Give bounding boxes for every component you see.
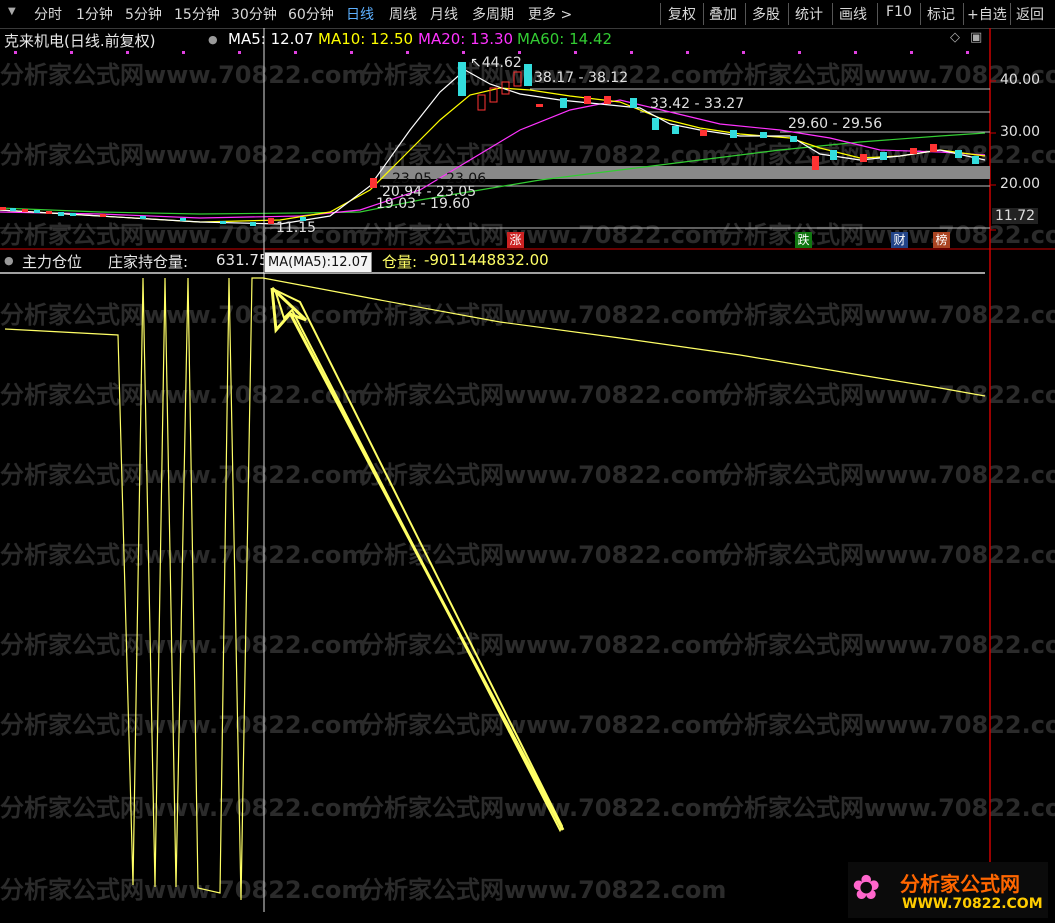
annotation-level-2: 33.42 - 33.27 — [650, 96, 745, 112]
flower-logo-icon: ✿ — [852, 868, 881, 908]
ma10-label: MA10: 12.50 — [318, 30, 414, 48]
indicator-menu-icon[interactable]: ● — [208, 33, 218, 46]
stock-name[interactable]: 克来机电(日线.前复权) — [4, 30, 155, 51]
price-tick: 20.00 — [1000, 176, 1041, 192]
diamond-icon[interactable]: ◇ — [950, 30, 960, 45]
price-tick: 30.00 — [1000, 124, 1041, 140]
indicator-value-2: -9011448832.00 — [424, 251, 549, 269]
logo-title: 分析家公式网 — [900, 872, 1020, 896]
indicator-title-bar: ● 主力仓位 庄家持仓量: 631.75 仓量: -9011448832.00 — [0, 250, 990, 272]
event-marker-finance[interactable]: 财 — [891, 232, 908, 248]
annotation-level-1: 38.17 - 38.12 — [534, 70, 629, 86]
event-marker-fall[interactable]: 跌 — [795, 232, 812, 248]
annotation-high-value: 44.62 — [481, 55, 522, 71]
chart-title-bar: 克来机电(日线.前复权) ● MA5: 12.07 MA10: 12.50 MA… — [0, 29, 990, 51]
indicator-label: 庄家持仓量: — [108, 253, 189, 271]
indicator-value: 631.75 — [216, 251, 269, 269]
indicator-menu-icon[interactable]: ● — [4, 254, 14, 267]
price-tick: 40.00 — [1000, 72, 1041, 88]
site-logo: ✿ 分析家公式网 WWW.70822.COM — [848, 862, 1048, 918]
current-price-tick: 11.72 — [992, 208, 1039, 224]
ma20-label: MA20: 13.30 — [418, 30, 514, 48]
annotation-level-3: 29.60 - 29.56 — [788, 116, 883, 132]
kline-chart[interactable] — [0, 0, 1055, 923]
event-marker-rise[interactable]: 涨 — [507, 232, 524, 248]
annotation-level-6: 19.03 - 19.60 — [376, 196, 471, 212]
event-marker-list[interactable]: 榜 — [933, 232, 950, 248]
indicator-name[interactable]: 主力仓位 — [22, 251, 82, 272]
logo-url: WWW.70822.COM — [902, 896, 1043, 912]
crosshair-tooltip: MA(MA5):12.07 — [264, 252, 373, 273]
annotation-high: ↖44.62 — [470, 55, 522, 71]
ma5-label: MA5: 12.07 — [228, 30, 314, 48]
annotation-low: 11.15 — [276, 220, 317, 236]
ma60-label: MA60: 14.42 — [517, 30, 613, 48]
window-restore-icon[interactable]: ▣ — [970, 30, 982, 45]
indicator-label-2: 仓量: — [382, 253, 418, 271]
